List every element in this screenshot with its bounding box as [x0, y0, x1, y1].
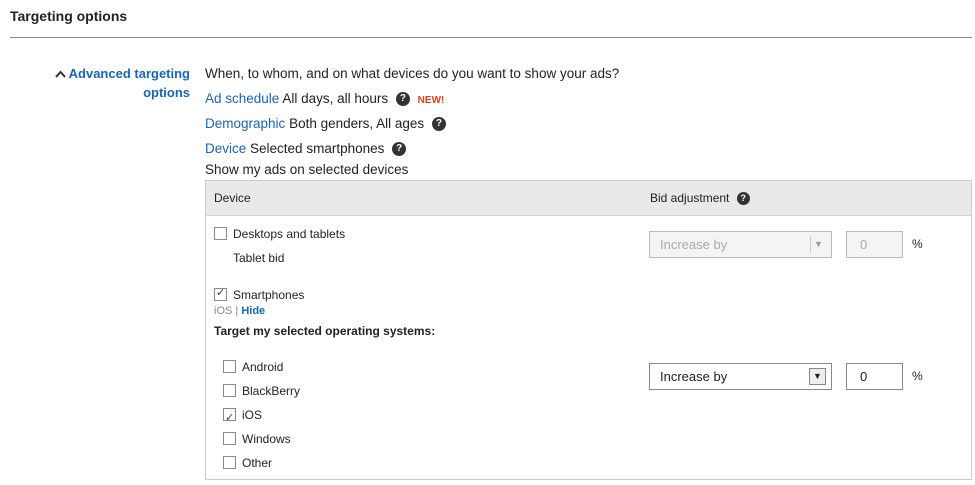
advanced-targeting-label-line1[interactable]: Advanced targeting — [69, 66, 190, 81]
desktops-percent: % — [912, 237, 923, 251]
android-checkbox[interactable] — [223, 360, 236, 373]
os-summary: iOS — [214, 305, 233, 317]
chevron-up-icon — [54, 64, 66, 83]
help-icon[interactable]: ? — [392, 142, 407, 157]
hide-link[interactable]: Hide — [241, 305, 265, 317]
desktops-label: Desktops and tablets — [233, 227, 346, 241]
smartphones-bid-input[interactable]: 0 — [846, 363, 903, 390]
smartphones-label: Smartphones — [233, 288, 305, 302]
os-summary-row: iOS | Hide — [214, 305, 265, 317]
chevron-down-icon: ▼ — [809, 368, 826, 385]
smartphones-percent: % — [912, 369, 923, 383]
ad-schedule-value: All days, all hours — [282, 91, 389, 106]
smartphones-bid-select[interactable]: Increase by ▼ — [649, 363, 832, 390]
desktops-checkbox[interactable] — [214, 227, 227, 240]
desktops-row: Desktops and tablets — [214, 227, 345, 241]
section-divider — [10, 37, 972, 38]
separator: | — [235, 305, 239, 317]
tablet-bid-label: Tablet bid — [233, 251, 285, 265]
list-item: Android — [223, 355, 300, 379]
device-bid-table: Device Bid adjustment ? Desktops and tab… — [205, 180, 972, 480]
windows-checkbox[interactable] — [223, 432, 236, 445]
chevron-down-icon: ▼ — [810, 236, 826, 253]
desktops-bid-select[interactable]: Increase by ▼ — [649, 231, 832, 258]
list-item: BlackBerry — [223, 379, 300, 403]
section-title: Targeting options — [10, 8, 128, 24]
device-row: Device Selected smartphones ? — [205, 139, 619, 160]
desktops-bid-input[interactable]: 0 — [846, 231, 903, 258]
ios-checkbox[interactable] — [223, 406, 236, 430]
advanced-targeting-toggle[interactable]: Advanced targeting options — [40, 64, 190, 102]
targeting-summary: When, to whom, and on what devices do yo… — [205, 64, 619, 185]
intro-text: When, to whom, and on what devices do yo… — [205, 66, 620, 81]
list-item: Other — [223, 451, 300, 475]
demographic-value: Both genders, All ages — [289, 116, 425, 131]
new-badge: NEW! — [417, 95, 445, 106]
list-item: iOS — [223, 403, 300, 430]
os-list: Android BlackBerry iOS Windows Other — [223, 355, 300, 475]
help-icon[interactable]: ? — [431, 117, 446, 132]
table-header: Device Bid adjustment ? — [206, 181, 971, 216]
demographic-row: Demographic Both genders, All ages ? — [205, 114, 619, 139]
list-item: Windows — [223, 427, 300, 451]
advanced-targeting-label-line2[interactable]: options — [143, 85, 190, 100]
demographic-link[interactable]: Demographic — [205, 116, 285, 131]
smartphones-checkbox[interactable] — [214, 286, 227, 301]
other-checkbox[interactable] — [223, 456, 236, 469]
ad-schedule-link[interactable]: Ad schedule — [205, 91, 279, 106]
os-heading: Target my selected operating systems: — [214, 324, 436, 338]
help-icon[interactable]: ? — [395, 92, 410, 107]
column-header-bid-adjustment: Bid adjustment ? — [650, 191, 750, 206]
device-value: Selected smartphones — [250, 141, 385, 156]
ad-schedule-row: Ad schedule All days, all hours ? NEW! — [205, 89, 619, 114]
blackberry-checkbox[interactable] — [223, 384, 236, 397]
column-header-device: Device — [214, 191, 251, 205]
device-link[interactable]: Device — [205, 141, 246, 156]
smartphones-row: Smartphones — [214, 286, 305, 302]
help-icon[interactable]: ? — [736, 192, 750, 206]
